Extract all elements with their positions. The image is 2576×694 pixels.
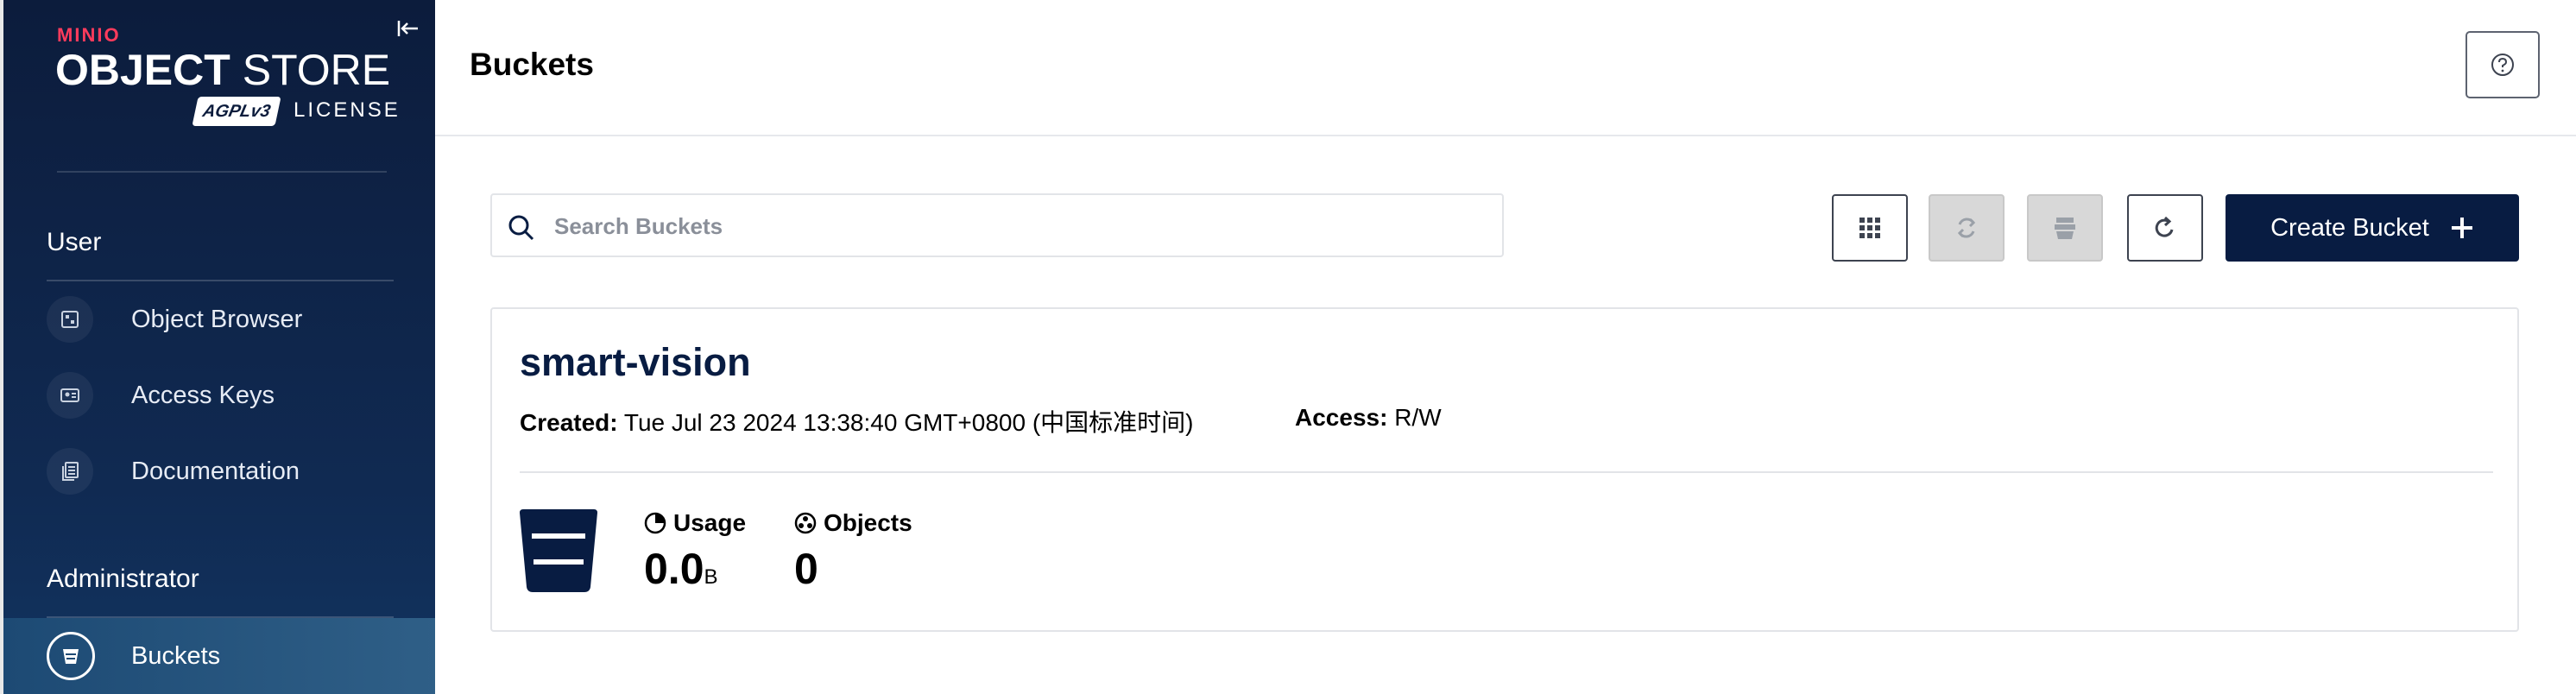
section-divider xyxy=(47,280,394,281)
bucket-logo-icon xyxy=(520,509,597,592)
product-title: OBJECT STORE xyxy=(55,45,390,95)
sidebar-item-buckets[interactable]: Buckets xyxy=(3,618,435,694)
bucket-name[interactable]: smart-vision xyxy=(520,340,751,385)
license-label: LICENSE xyxy=(294,98,401,122)
search-input[interactable] xyxy=(552,199,1497,254)
usage-value: 0.0 xyxy=(644,545,704,593)
refresh-icon xyxy=(2155,216,2174,237)
sidebar-item-label: Access Keys xyxy=(131,381,275,409)
access-keys-icon xyxy=(47,372,93,419)
help-icon xyxy=(2491,54,2514,76)
created-value: Tue Jul 23 2024 13:38:40 GMT+0800 (中国标准时… xyxy=(623,409,1194,436)
sidebar-item-access-keys[interactable]: Access Keys xyxy=(3,361,435,430)
refresh-button[interactable] xyxy=(2127,194,2203,262)
access-value: R/W xyxy=(1394,404,1442,431)
collapse-icon xyxy=(397,21,418,36)
collapse-sidebar-button[interactable] xyxy=(394,14,423,43)
agpl-badge: AGPLv3 xyxy=(192,97,281,126)
card-divider xyxy=(520,471,2493,473)
section-label-user: User xyxy=(47,228,102,256)
usage-unit: B xyxy=(704,565,718,589)
search-box xyxy=(490,193,1504,257)
usage-label: Usage xyxy=(673,509,747,536)
bucket-created: Created: Tue Jul 23 2024 13:38:40 GMT+08… xyxy=(520,404,1193,438)
create-bucket-label: Create Bucket xyxy=(2270,213,2429,242)
product-title-bold: OBJECT xyxy=(55,46,230,94)
sidebar-divider xyxy=(57,171,387,173)
sidebar-item-label: Documentation xyxy=(131,457,300,485)
objects-stat: Objects 0 xyxy=(794,509,912,594)
product-title-light: STORE xyxy=(242,46,391,94)
grid-view-button[interactable] xyxy=(1832,194,1908,262)
sidebar-item-label: Buckets xyxy=(131,641,221,670)
replication-button[interactable] xyxy=(1929,194,2005,262)
sidebar-item-label: Object Browser xyxy=(131,305,303,333)
page-title: Buckets xyxy=(470,47,594,82)
pie-chart-icon xyxy=(644,512,666,534)
plus-icon xyxy=(2451,218,2472,238)
access-label: Access: xyxy=(1295,404,1388,431)
bulk-delete-button[interactable] xyxy=(2027,194,2103,262)
sidebar-item-documentation[interactable]: Documentation xyxy=(3,437,435,506)
stack-icon xyxy=(2055,218,2075,239)
search-icon xyxy=(508,215,534,241)
documentation-icon xyxy=(47,448,93,495)
objects-icon xyxy=(794,512,817,534)
create-bucket-button[interactable]: Create Bucket xyxy=(2226,194,2519,262)
minio-logo: MINIO xyxy=(57,24,121,46)
objects-value: 0 xyxy=(794,545,818,593)
section-label-administrator: Administrator xyxy=(47,565,199,593)
objects-label: Objects xyxy=(824,509,912,536)
bucket-icon xyxy=(47,632,95,680)
page-header: Buckets xyxy=(435,0,2576,136)
object-browser-icon xyxy=(47,296,93,343)
sidebar-item-object-browser[interactable]: Object Browser xyxy=(3,285,435,354)
help-button[interactable] xyxy=(2466,31,2540,98)
replication-icon xyxy=(1957,218,1976,238)
grid-icon xyxy=(1859,218,1880,238)
bucket-access: Access: R/W xyxy=(1295,404,1442,432)
created-label: Created: xyxy=(520,409,618,436)
bucket-card[interactable]: smart-vision Created: Tue Jul 23 2024 13… xyxy=(490,307,2519,632)
usage-stat: Usage 0.0B xyxy=(644,509,746,594)
sidebar: MINIO OBJECT STORE AGPLv3 LICENSE User O… xyxy=(0,0,435,694)
